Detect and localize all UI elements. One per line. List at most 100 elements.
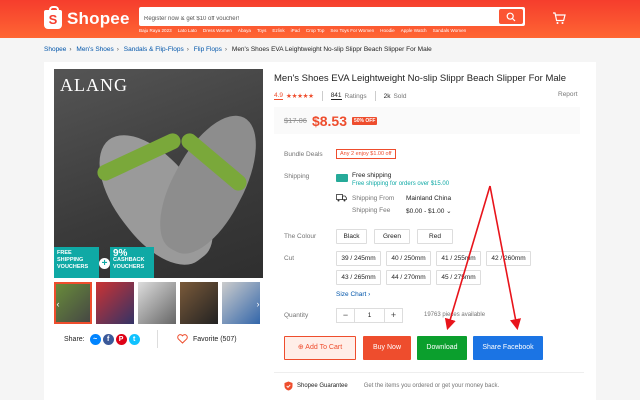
breadcrumb-current: Men's Shoes EVA Leightweight No-slip Sli…: [231, 46, 432, 53]
size-chart-label: Size Chart: [336, 291, 367, 298]
quick-link[interactable]: Toys: [257, 28, 266, 33]
free-shipping-note: Free shipping for orders over $15.00: [352, 181, 450, 187]
chevron-left-icon[interactable]: ‹: [54, 298, 62, 310]
quick-link[interactable]: Lato Lato: [178, 28, 197, 33]
ship-from-label: Shipping From: [352, 195, 395, 202]
size-option[interactable]: 41 / 255mm: [436, 251, 481, 266]
chevron-right-icon: ›: [69, 46, 72, 53]
chevron-right-icon: ›: [368, 291, 371, 298]
ratings-count[interactable]: 841: [330, 92, 342, 100]
quick-link[interactable]: Dress Women: [203, 28, 232, 33]
guarantee-description: Get the items you ordered or get your mo…: [363, 383, 500, 389]
share-facebook-button[interactable]: Share Facebook: [473, 336, 543, 360]
ratings-label: Ratings: [344, 92, 367, 100]
truck-icon: [336, 194, 347, 202]
thumbnail-strip: [54, 282, 263, 324]
messenger-icon[interactable]: ~: [89, 334, 101, 345]
search-icon: [506, 12, 516, 21]
product-title: Men's Shoes EVA Leightweight No-slip Sli…: [274, 73, 567, 84]
plus-badge: +: [99, 258, 110, 269]
divider: [157, 330, 158, 348]
size-chart-link[interactable]: Size Chart ›: [336, 291, 370, 298]
free-shipping-icon: [336, 174, 348, 182]
heart-icon: [177, 334, 188, 344]
size-option[interactable]: 43 / 265mm: [336, 270, 381, 285]
colour-option-green[interactable]: Green: [374, 229, 410, 244]
shipping-label: Shipping: [284, 173, 310, 180]
quantity-minus-button[interactable]: −: [336, 308, 355, 323]
colour-label: The Colour: [284, 233, 317, 240]
quick-link[interactable]: Ezlink: [272, 28, 284, 33]
twitter-icon[interactable]: t: [128, 334, 140, 345]
search-bar: [139, 7, 525, 29]
quick-link[interactable]: Abaya: [238, 28, 251, 33]
size-option[interactable]: 40 / 250mm: [386, 251, 431, 266]
breadcrumb: Shopee › Men's Shoes › Sandals & Flip-Flop…: [44, 46, 432, 53]
quick-link[interactable]: Sandals Women: [433, 28, 467, 33]
colour-option-black[interactable]: Black: [336, 229, 367, 244]
pinterest-icon[interactable]: P: [115, 334, 127, 345]
size-option[interactable]: 45 / 275mm: [436, 270, 481, 285]
chevron-right-icon: ›: [116, 46, 119, 53]
add-to-cart-label: Add To Cart: [305, 344, 343, 351]
cut-label: Cut: [284, 255, 295, 262]
ship-fee-label: Shipping Fee: [352, 207, 391, 214]
cashback-text: CASHBACK VOUCHERS: [113, 257, 145, 270]
star-rating-icon: ★★★★★: [286, 93, 314, 100]
breadcrumb-item[interactable]: Sandals & Flip-Flops: [124, 46, 184, 53]
product-panel: ALANG FREE SHIPPING VOUCHERS + 9% CASHBA…: [44, 62, 596, 400]
divider: [274, 372, 584, 373]
report-link[interactable]: Report: [558, 91, 578, 98]
bundle-deal-tag[interactable]: Any 2 enjoy $1.00 off: [336, 149, 396, 159]
thumbnail[interactable]: [180, 282, 218, 324]
quantity-plus-button[interactable]: +: [384, 308, 403, 323]
thumbnail[interactable]: [96, 282, 134, 324]
price-box: $17.06 $8.53 50% OFF: [274, 107, 580, 134]
sold-count: 2k: [383, 92, 391, 100]
share-label: Share:: [64, 336, 85, 343]
divider: [374, 91, 376, 101]
quick-links: Baju Raya 2023 Lato Lato Dress Women Abaya T…: [139, 28, 466, 33]
logo-text: Shopee: [67, 9, 130, 28]
quick-link[interactable]: Sex Toys For Women: [330, 28, 374, 33]
quick-link[interactable]: Baju Raya 2023: [139, 28, 172, 33]
ship-from-value: Mainland China: [406, 195, 452, 202]
quantity-stepper: − 1 +: [336, 308, 403, 323]
ship-fee-dropdown[interactable]: $0.00 - $1.00 ⌄: [406, 207, 452, 215]
divider: [321, 91, 323, 101]
buy-now-button[interactable]: Buy Now: [363, 336, 411, 360]
quantity-label: Quantity: [284, 312, 309, 319]
facebook-icon[interactable]: f: [102, 334, 114, 345]
bundle-label: Bundle Deals: [284, 151, 323, 158]
quantity-input[interactable]: 1: [355, 308, 384, 323]
quick-link[interactable]: Hoodie: [380, 28, 395, 33]
size-option[interactable]: 44 / 270mm: [386, 270, 431, 285]
cashback-percent: 9%: [113, 248, 128, 259]
breadcrumb-item[interactable]: Men's Shoes: [76, 46, 113, 53]
add-to-cart-button[interactable]: ⊕ Add To Cart: [284, 336, 356, 360]
guarantee-title: Shopee Guarantee: [297, 383, 348, 389]
cart-icon[interactable]: [552, 12, 566, 30]
share-row: Share: ~ f P t: [64, 334, 140, 345]
product-main-image[interactable]: ALANG FREE SHIPPING VOUCHERS + 9% CASHBA…: [54, 69, 263, 278]
quick-link[interactable]: iPad: [291, 28, 300, 33]
quick-link[interactable]: Apple Watch: [401, 28, 427, 33]
size-option[interactable]: 39 / 245mm: [336, 251, 381, 266]
breadcrumb-item[interactable]: Flip Flops: [194, 46, 222, 53]
shopee-logo[interactable]: S Shopee: [44, 5, 130, 29]
search-input[interactable]: [139, 9, 479, 29]
shopee-guarantee: Shopee Guarantee Get the items you order…: [284, 381, 499, 391]
colour-option-red[interactable]: Red: [417, 229, 453, 244]
quick-link[interactable]: Crop Top: [306, 28, 325, 33]
download-button[interactable]: Download: [417, 336, 467, 360]
search-button[interactable]: [499, 9, 523, 24]
free-shipping-text: Free shipping: [352, 172, 392, 179]
chevron-right-icon[interactable]: ›: [254, 298, 262, 310]
size-option[interactable]: 42 / 260mm: [486, 251, 531, 266]
free-shipping-badge: FREE SHIPPING VOUCHERS: [54, 247, 99, 278]
favorite-label: Favorite (507): [193, 335, 237, 343]
breadcrumb-item[interactable]: Shopee: [44, 46, 66, 53]
thumbnail[interactable]: [138, 282, 176, 324]
favorite-button[interactable]: Favorite (507): [177, 334, 237, 344]
rating-score[interactable]: 4.9: [274, 92, 284, 100]
